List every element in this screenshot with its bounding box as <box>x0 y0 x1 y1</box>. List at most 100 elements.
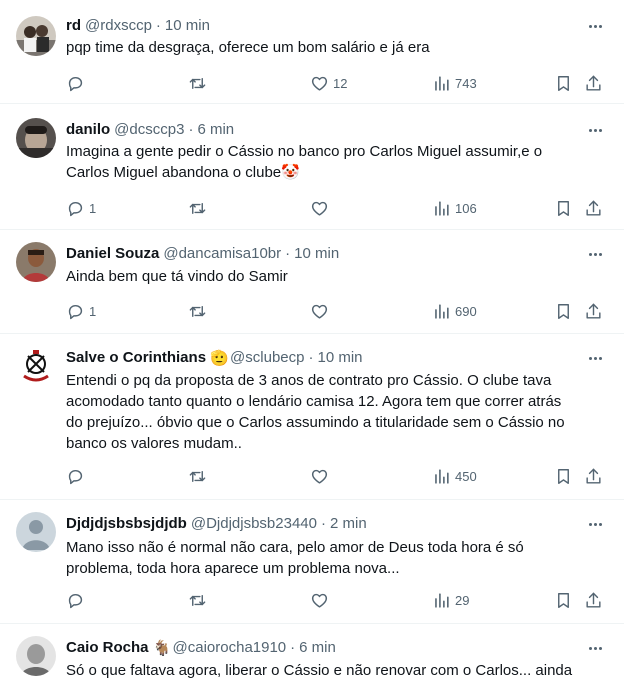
share-icon <box>586 303 601 319</box>
avatar[interactable] <box>16 242 56 282</box>
tweet-caio-rocha[interactable]: Caio Rocha 🐐 @caiorocha1910 · 6 min Só o… <box>0 624 624 683</box>
avatar[interactable] <box>16 636 56 676</box>
bookmark-button[interactable] <box>554 588 573 612</box>
tweet-rd[interactable]: rd @rdxsccp · 10 min pqp time da desgraç… <box>0 0 624 104</box>
reply-button[interactable]: 1 <box>66 196 96 220</box>
bookmark-button[interactable] <box>554 71 573 95</box>
author-name[interactable]: Djdjdjsbsbsjdjdb <box>66 515 187 532</box>
bookmark-button[interactable] <box>554 299 573 323</box>
share-icon <box>586 468 601 484</box>
like-button[interactable] <box>310 588 333 612</box>
heart-icon <box>311 593 328 608</box>
views-count: 106 <box>455 200 477 216</box>
author-handle[interactable]: @dancamisa10br <box>163 245 281 262</box>
reply-count: 1 <box>89 200 97 216</box>
views-count: 690 <box>455 303 477 319</box>
author-name[interactable]: rd <box>66 17 81 34</box>
views-icon <box>435 592 449 608</box>
share-button[interactable] <box>584 71 603 95</box>
like-button[interactable] <box>310 196 333 220</box>
tweet-danilo[interactable]: danilo @dcsccp3 · 6 min Imagina a gente … <box>0 104 624 230</box>
views-button[interactable]: 743 <box>432 71 477 95</box>
heart-icon <box>311 201 328 216</box>
views-button[interactable]: 450 <box>432 464 477 488</box>
author-handle[interactable]: @Djdjdjsbsb23440 <box>191 515 317 532</box>
action-bar: 1 690 <box>60 299 610 323</box>
reply-button[interactable] <box>66 588 89 612</box>
retweet-button[interactable] <box>188 299 211 323</box>
separator-dot: · <box>188 120 194 138</box>
reply-icon <box>68 304 83 319</box>
reply-button[interactable] <box>66 71 89 95</box>
share-button[interactable] <box>584 299 603 323</box>
more-icon[interactable] <box>584 639 606 657</box>
author-handle[interactable]: @rdxsccp <box>85 17 152 34</box>
share-button[interactable] <box>584 464 603 488</box>
views-count: 29 <box>455 592 470 608</box>
views-count: 450 <box>455 468 477 484</box>
timestamp[interactable]: 2 min <box>330 515 367 532</box>
avatar[interactable] <box>16 512 56 552</box>
more-icon[interactable] <box>584 17 606 35</box>
author-handle[interactable]: @caiorocha1910 <box>173 639 287 656</box>
bookmark-icon <box>558 75 569 91</box>
avatar[interactable] <box>16 346 56 386</box>
more-icon[interactable] <box>584 515 606 533</box>
views-icon <box>435 303 449 319</box>
views-button[interactable]: 690 <box>432 299 477 323</box>
timestamp[interactable]: 6 min <box>299 639 336 656</box>
views-button[interactable]: 106 <box>432 196 477 220</box>
like-button[interactable] <box>310 464 333 488</box>
author-handle[interactable]: @dcsccp3 <box>114 121 184 138</box>
tweet-salve-o-corinthians[interactable]: Salve o Corinthians 🫡 @sclubecp · 10 min… <box>0 334 624 500</box>
timestamp[interactable]: 6 min <box>197 121 234 138</box>
like-button[interactable]: 12 <box>310 71 347 95</box>
timestamp[interactable]: 10 min <box>165 17 210 34</box>
author-handle[interactable]: @sclubecp <box>230 349 304 366</box>
share-icon <box>586 592 601 608</box>
bookmark-button[interactable] <box>554 196 573 220</box>
more-icon[interactable] <box>584 245 606 263</box>
more-icon[interactable] <box>584 349 606 367</box>
timestamp[interactable]: 10 min <box>317 349 362 366</box>
reply-icon <box>68 593 83 608</box>
tweet-daniel-souza[interactable]: Daniel Souza @dancamisa10br · 10 min Ain… <box>0 230 624 334</box>
author-name[interactable]: Daniel Souza <box>66 245 159 262</box>
views-icon <box>435 200 449 216</box>
retweet-button[interactable] <box>188 196 211 220</box>
retweet-icon <box>189 77 206 89</box>
retweet-icon <box>189 594 206 606</box>
heart-icon <box>311 76 328 91</box>
separator-dot: · <box>290 638 296 656</box>
share-button[interactable] <box>584 196 603 220</box>
avatar[interactable] <box>16 16 56 56</box>
reply-count: 1 <box>89 303 97 319</box>
reply-button[interactable] <box>66 464 89 488</box>
reply-button[interactable]: 1 <box>66 299 96 323</box>
share-button[interactable] <box>584 588 603 612</box>
more-icon[interactable] <box>584 121 606 139</box>
author-name[interactable]: Salve o Corinthians <box>66 349 206 366</box>
tweet-text: Imagina a gente pedir o Cássio no banco … <box>66 143 543 181</box>
retweet-icon <box>189 470 206 482</box>
retweet-button[interactable] <box>188 588 211 612</box>
author-name[interactable]: danilo <box>66 121 110 138</box>
tweet-text: Ainda bem que tá vindo do Samir <box>66 268 288 285</box>
reply-icon <box>68 469 83 484</box>
avatar[interactable] <box>16 118 56 158</box>
timestamp[interactable]: 10 min <box>294 245 339 262</box>
bookmark-icon <box>558 303 569 319</box>
bookmark-button[interactable] <box>554 464 573 488</box>
author-name[interactable]: Caio Rocha <box>66 639 149 656</box>
like-button[interactable] <box>310 299 333 323</box>
retweet-icon <box>189 305 206 317</box>
retweet-button[interactable] <box>188 464 211 488</box>
tweet-djdjdjsbsbsjdjdb[interactable]: Djdjdjsbsbsjdjdb @Djdjdjsbsb23440 · 2 mi… <box>0 500 624 624</box>
separator-dot: · <box>155 16 161 34</box>
retweet-button[interactable] <box>188 71 211 95</box>
bookmark-icon <box>558 200 569 216</box>
separator-dot: · <box>308 348 314 366</box>
goat-emoji-icon: 🐐 <box>152 640 172 657</box>
share-icon <box>586 75 601 91</box>
views-button[interactable]: 29 <box>432 588 469 612</box>
